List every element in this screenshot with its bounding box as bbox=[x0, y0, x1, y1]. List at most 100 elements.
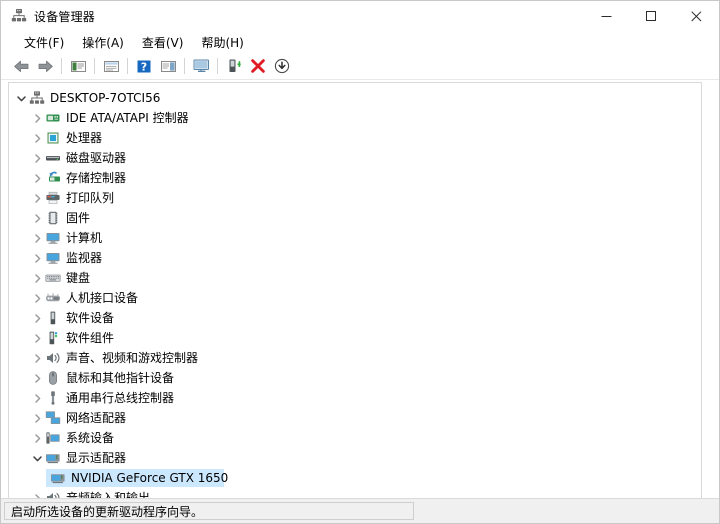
scan-hardware-changes-icon[interactable] bbox=[222, 55, 246, 77]
software-component-icon bbox=[45, 330, 61, 346]
chevron-right-icon[interactable] bbox=[29, 190, 45, 206]
computer-icon bbox=[45, 230, 61, 246]
tree-label-root: DESKTOP-7OTCI56 bbox=[50, 91, 161, 105]
tree-label: IDE ATA/ATAPI 控制器 bbox=[66, 111, 189, 125]
chevron-right-icon[interactable] bbox=[29, 170, 45, 186]
device-tree: DESKTOP-7OTCI56 IDE ATA/ATAPI 控制器 处理器 磁盘… bbox=[9, 83, 701, 498]
tree-row-print-queues[interactable]: 打印队列 bbox=[9, 188, 701, 208]
properties-icon[interactable] bbox=[99, 55, 123, 77]
show-hide-console-tree-icon[interactable] bbox=[66, 55, 90, 77]
close-button[interactable] bbox=[674, 1, 719, 31]
minimize-button[interactable] bbox=[584, 1, 629, 31]
chevron-right-icon[interactable] bbox=[29, 150, 45, 166]
toolbar-separator bbox=[94, 58, 95, 74]
print-queue-icon bbox=[45, 190, 61, 206]
svg-text:?: ? bbox=[141, 60, 147, 73]
chevron-right-icon[interactable] bbox=[29, 390, 45, 406]
keyboard-icon bbox=[45, 270, 61, 286]
tree-label: 显示适配器 bbox=[66, 451, 127, 465]
tree-row-computer[interactable]: 计算机 bbox=[9, 228, 701, 248]
tree-label-selected: NVIDIA GeForce GTX 1650 bbox=[71, 471, 229, 485]
tree-row-hid[interactable]: 人机接口设备 bbox=[9, 288, 701, 308]
tree-row-audio-inputs-outputs[interactable]: 音频输入和输出 bbox=[9, 488, 701, 498]
tree-row-nvidia-geforce-gtx-1650[interactable]: NVIDIA GeForce GTX 1650 bbox=[9, 468, 701, 488]
uninstall-device-icon[interactable] bbox=[246, 55, 270, 77]
status-bar: 启动所选设备的更新驱动程序向导。 bbox=[1, 498, 719, 523]
chevron-right-icon[interactable] bbox=[29, 430, 45, 446]
toolbar-separator bbox=[184, 58, 185, 74]
tree-row-processor[interactable]: 处理器 bbox=[9, 128, 701, 148]
tree-row-software-components[interactable]: 软件组件 bbox=[9, 328, 701, 348]
chevron-down-icon[interactable] bbox=[29, 450, 45, 466]
chevron-right-icon[interactable] bbox=[29, 490, 45, 498]
storage-controller-icon bbox=[45, 170, 61, 186]
status-text: 启动所选设备的更新驱动程序向导。 bbox=[4, 502, 414, 520]
chevron-right-icon[interactable] bbox=[29, 350, 45, 366]
system-device-icon bbox=[45, 430, 61, 446]
mouse-icon bbox=[45, 370, 61, 386]
tree-row-disk-drives[interactable]: 磁盘驱动器 bbox=[9, 148, 701, 168]
display-adapter-child-icon bbox=[50, 470, 66, 486]
menu-action[interactable]: 操作(A) bbox=[73, 32, 133, 53]
tree-row-system-devices[interactable]: 系统设备 bbox=[9, 428, 701, 448]
tree-row-monitors[interactable]: 监视器 bbox=[9, 248, 701, 268]
tree-row-storage-controllers[interactable]: 存储控制器 bbox=[9, 168, 701, 188]
chevron-right-icon[interactable] bbox=[29, 210, 45, 226]
tree-label: 声音、视频和游戏控制器 bbox=[66, 351, 199, 365]
tree-row-ide-controller[interactable]: IDE ATA/ATAPI 控制器 bbox=[9, 108, 701, 128]
disable-device-icon[interactable] bbox=[270, 55, 294, 77]
maximize-button[interactable] bbox=[629, 1, 674, 31]
tree-row-network-adapters[interactable]: 网络适配器 bbox=[9, 408, 701, 428]
network-adapter-icon bbox=[45, 410, 61, 426]
help-icon[interactable]: ? bbox=[132, 55, 156, 77]
chevron-right-icon[interactable] bbox=[29, 130, 45, 146]
tree-label: 处理器 bbox=[66, 131, 103, 145]
disk-drive-icon bbox=[45, 150, 61, 166]
chevron-down-icon[interactable] bbox=[13, 90, 29, 106]
chevron-right-icon[interactable] bbox=[29, 110, 45, 126]
chevron-right-icon[interactable] bbox=[29, 250, 45, 266]
chevron-right-icon[interactable] bbox=[29, 270, 45, 286]
back-icon[interactable] bbox=[9, 55, 33, 77]
usb-controller-icon bbox=[45, 390, 61, 406]
chevron-right-icon[interactable] bbox=[29, 330, 45, 346]
tree-row-usb-controllers[interactable]: 通用串行总线控制器 bbox=[9, 388, 701, 408]
show-hide-action-pane-icon[interactable] bbox=[156, 55, 180, 77]
computer-root-icon bbox=[29, 90, 45, 106]
tree-row-firmware[interactable]: 固件 bbox=[9, 208, 701, 228]
forward-icon[interactable] bbox=[33, 55, 57, 77]
chevron-right-icon[interactable] bbox=[29, 370, 45, 386]
monitor-icon bbox=[45, 250, 61, 266]
tree-row-display-adapters[interactable]: 显示适配器 bbox=[9, 448, 701, 468]
menu-help[interactable]: 帮助(H) bbox=[192, 32, 252, 53]
menu-file[interactable]: 文件(F) bbox=[15, 32, 73, 53]
toolbar-separator bbox=[127, 58, 128, 74]
tree-label: 监视器 bbox=[66, 251, 103, 265]
chevron-right-icon[interactable] bbox=[29, 410, 45, 426]
tree-label: 软件设备 bbox=[66, 311, 115, 325]
toolbar-separator bbox=[217, 58, 218, 74]
chevron-right-icon[interactable] bbox=[29, 230, 45, 246]
update-driver-icon[interactable] bbox=[189, 55, 213, 77]
tree-row-software-devices[interactable]: 软件设备 bbox=[9, 308, 701, 328]
device-manager-window: 设备管理器 文件(F) 操作(A) 查看(V) 帮助(H) ? DESKTOP-… bbox=[0, 0, 720, 524]
tree-label: 键盘 bbox=[66, 271, 91, 285]
chevron-right-icon[interactable] bbox=[29, 310, 45, 326]
tree-row-sound-video-game[interactable]: 声音、视频和游戏控制器 bbox=[9, 348, 701, 368]
tree-row-root[interactable]: DESKTOP-7OTCI56 bbox=[9, 88, 701, 108]
tree-label: 系统设备 bbox=[66, 431, 115, 445]
menu-view[interactable]: 查看(V) bbox=[133, 32, 193, 53]
title-bar-left: 设备管理器 bbox=[1, 8, 95, 25]
device-tree-pane[interactable]: DESKTOP-7OTCI56 IDE ATA/ATAPI 控制器 处理器 磁盘… bbox=[8, 82, 702, 498]
tree-row-keyboards[interactable]: 键盘 bbox=[9, 268, 701, 288]
tree-label: 磁盘驱动器 bbox=[66, 151, 127, 165]
chevron-right-icon[interactable] bbox=[29, 290, 45, 306]
tree-row-mice[interactable]: 鼠标和其他指针设备 bbox=[9, 368, 701, 388]
tree-label: 存储控制器 bbox=[66, 171, 127, 185]
menu-bar: 文件(F) 操作(A) 查看(V) 帮助(H) bbox=[1, 31, 719, 53]
processor-icon bbox=[45, 130, 61, 146]
toolbar-separator bbox=[61, 58, 62, 74]
tree-label: 人机接口设备 bbox=[66, 291, 139, 305]
tree-label: 固件 bbox=[66, 211, 91, 225]
hid-icon bbox=[45, 290, 61, 306]
